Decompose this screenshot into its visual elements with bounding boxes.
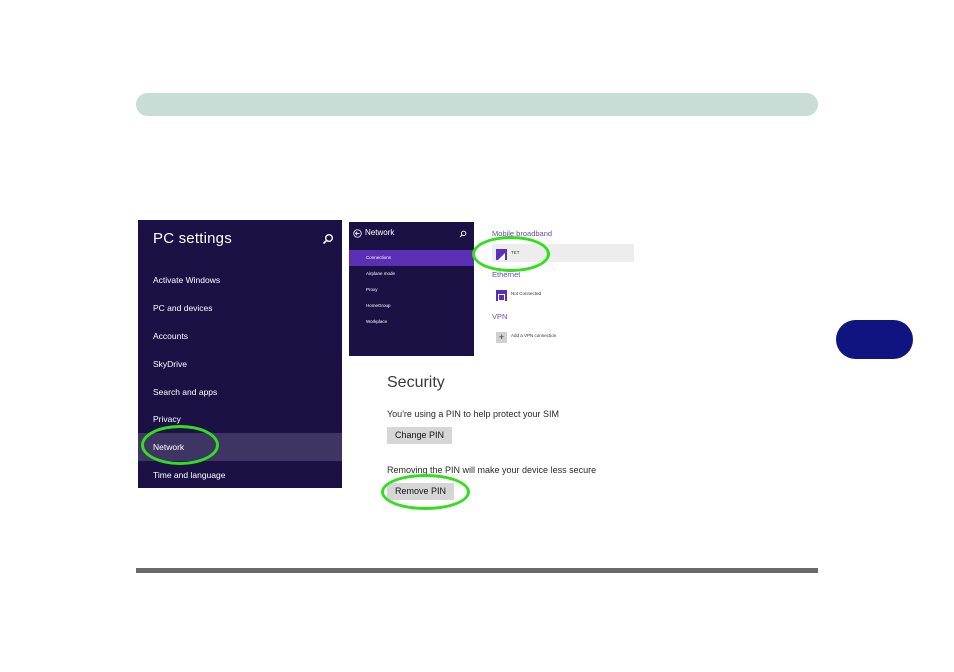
nav-item-workplace[interactable]: Workplace [349,314,474,330]
chapter-tab [836,320,913,359]
pin-info-text: You're using a PIN to help protect your … [387,409,559,419]
back-arrow-icon[interactable] [353,229,362,238]
network-nav-panel: Network Connections Airplane mode Proxy … [349,222,474,356]
pc-item-skydrive[interactable]: SkyDrive [138,350,342,378]
nav-item-airplane-mode[interactable]: Airplane mode [349,266,474,282]
footer-rule [136,568,818,573]
add-vpn-icon[interactable]: + [496,332,507,343]
vpn-heading: VPN [492,312,508,321]
nav-item-homegroup[interactable]: HomeGroup [349,298,474,314]
nav-item-proxy[interactable]: Proxy [349,282,474,298]
security-title: Security [387,374,445,391]
network-highlight-oval [141,425,219,465]
pc-item-search-and-apps[interactable]: Search and apps [138,378,342,406]
remove-pin-highlight-oval [381,474,470,510]
pc-item-activate-windows[interactable]: Activate Windows [138,266,342,294]
pc-item-accounts[interactable]: Accounts [138,322,342,350]
search-icon[interactable] [322,233,334,245]
page-header-bar [136,93,818,116]
add-vpn-label[interactable]: Add a VPN connection [511,333,556,338]
mobile-broadband-highlight-oval [472,236,550,272]
search-icon[interactable] [459,230,467,238]
ethernet-icon[interactable] [496,290,507,301]
ethernet-status-label: Not Connected [511,291,542,296]
nav-item-connections[interactable]: Connections [349,250,474,266]
network-title: Network [365,228,395,237]
pc-item-pc-and-devices[interactable]: PC and devices [138,294,342,322]
pc-settings-title: PC settings [153,230,232,247]
change-pin-button[interactable]: Change PIN [387,427,453,444]
pc-item-time-and-language[interactable]: Time and language [138,461,342,489]
